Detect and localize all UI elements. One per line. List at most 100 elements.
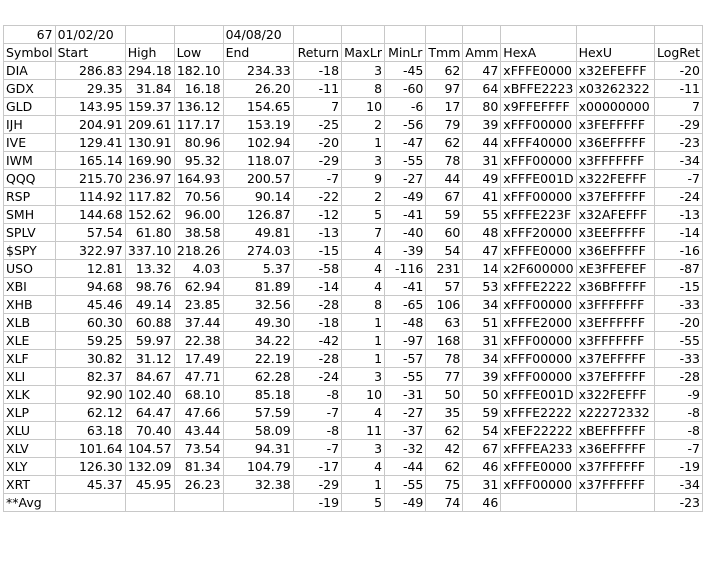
table-cell[interactable]: 17.49 [173, 349, 224, 368]
table-cell[interactable]: -39 [384, 241, 427, 260]
table-cell[interactable]: 4 [341, 259, 386, 278]
table-cell[interactable]: -7 [292, 169, 343, 188]
table-cell[interactable]: 7 [341, 223, 386, 242]
table-cell[interactable]: 42 [425, 439, 464, 458]
table-cell[interactable]: -37 [384, 421, 427, 440]
table-cell[interactable]: x36EFFFFF [575, 439, 655, 458]
table-cell[interactable]: -19 [292, 493, 343, 512]
table-cell[interactable]: x32EFEFFF [575, 61, 655, 80]
table-cell[interactable]: 9 [341, 169, 386, 188]
table-cell[interactable]: 64 [462, 79, 502, 98]
table-cell[interactable]: 48 [462, 223, 502, 242]
table-cell[interactable]: GDX [3, 79, 56, 98]
column-header[interactable]: Amm [462, 43, 502, 62]
table-cell[interactable]: 79 [425, 115, 464, 134]
table-cell[interactable]: 10 [341, 385, 386, 404]
table-cell[interactable]: 53 [462, 277, 502, 296]
table-cell[interactable]: 4 [341, 403, 386, 422]
table-cell[interactable]: xFFF20000 [500, 223, 577, 242]
table-cell[interactable]: 3 [341, 439, 386, 458]
table-cell[interactable]: -8 [653, 421, 703, 440]
table-cell[interactable]: -28 [292, 295, 343, 314]
table-cell[interactable]: 31 [462, 331, 502, 350]
cell-empty[interactable] [575, 25, 655, 44]
table-cell[interactable]: 22.19 [222, 349, 294, 368]
table-cell[interactable]: -6 [384, 97, 427, 116]
table-cell[interactable]: 118.07 [222, 151, 294, 170]
table-cell[interactable]: -9 [653, 385, 703, 404]
table-cell[interactable]: RSP [3, 187, 56, 206]
table-cell[interactable]: 10 [341, 97, 386, 116]
table-cell[interactable]: XLV [3, 439, 56, 458]
table-cell[interactable]: xFFF00000 [500, 367, 577, 386]
table-cell[interactable]: 44 [425, 169, 464, 188]
table-cell[interactable]: 26.23 [173, 475, 224, 494]
column-header[interactable]: Start [54, 43, 126, 62]
table-cell[interactable]: -23 [653, 133, 703, 152]
table-cell[interactable]: 81.89 [222, 277, 294, 296]
table-cell[interactable]: x3FFFFFFF [575, 151, 655, 170]
table-cell[interactable]: -16 [653, 241, 703, 260]
table-cell[interactable]: 31 [462, 475, 502, 494]
table-cell[interactable]: -24 [653, 187, 703, 206]
table-cell[interactable]: -13 [292, 223, 343, 242]
table-cell[interactable]: xFFFE2222 [500, 277, 577, 296]
table-cell[interactable]: x322FEFFF [575, 385, 655, 404]
table-cell[interactable]: 29.35 [54, 79, 126, 98]
table-cell[interactable]: 59 [462, 403, 502, 422]
table-cell[interactable]: 294.18 [124, 61, 175, 80]
table-cell[interactable]: 80.96 [173, 133, 224, 152]
table-cell[interactable]: 90.14 [222, 187, 294, 206]
table-cell[interactable]: 2 [341, 187, 386, 206]
table-cell[interactable]: 47.66 [173, 403, 224, 422]
table-cell[interactable]: x3EFFFFFF [575, 313, 655, 332]
table-cell[interactable]: -56 [384, 115, 427, 134]
table-cell[interactable]: 17 [425, 97, 464, 116]
table-cell[interactable]: 39 [462, 115, 502, 134]
table-cell[interactable]: 5 [341, 205, 386, 224]
table-cell[interactable]: 63.18 [54, 421, 126, 440]
table-cell[interactable]: 4 [341, 241, 386, 260]
table-cell[interactable]: -47 [384, 133, 427, 152]
table-cell[interactable]: 13.32 [124, 259, 175, 278]
column-header[interactable]: HexU [575, 43, 655, 62]
table-cell[interactable]: 49.30 [222, 313, 294, 332]
table-cell[interactable]: xFFFE001D [500, 169, 577, 188]
table-cell[interactable]: -34 [653, 475, 703, 494]
table-cell[interactable]: xBEFFFFFF [575, 421, 655, 440]
table-cell[interactable]: 82.37 [54, 367, 126, 386]
table-cell[interactable]: -41 [384, 205, 427, 224]
table-cell[interactable] [575, 493, 655, 512]
table-cell[interactable]: **Avg [3, 493, 56, 512]
table-cell[interactable]: 143.95 [54, 97, 126, 116]
table-cell[interactable]: 215.70 [54, 169, 126, 188]
table-cell[interactable]: 47.71 [173, 367, 224, 386]
table-cell[interactable]: GLD [3, 97, 56, 116]
table-cell[interactable]: 31.12 [124, 349, 175, 368]
table-cell[interactable]: 114.92 [54, 187, 126, 206]
table-cell[interactable]: 77 [425, 367, 464, 386]
cell-empty[interactable] [173, 25, 224, 44]
table-cell[interactable]: xFFFE0000 [500, 61, 577, 80]
table-cell[interactable]: x32AFEFFF [575, 205, 655, 224]
table-cell[interactable]: x37FFFFFF [575, 457, 655, 476]
table-cell[interactable]: 68.10 [173, 385, 224, 404]
table-cell[interactable]: 60.88 [124, 313, 175, 332]
column-header[interactable]: Symbol [3, 43, 56, 62]
table-cell[interactable]: IJH [3, 115, 56, 134]
table-cell[interactable]: -14 [653, 223, 703, 242]
table-cell[interactable]: 5 [341, 493, 386, 512]
table-cell[interactable]: -8 [292, 385, 343, 404]
table-cell[interactable]: xBFFE2223 [500, 79, 577, 98]
table-cell[interactable]: -45 [384, 61, 427, 80]
table-cell[interactable]: 45.46 [54, 295, 126, 314]
table-cell[interactable]: 1 [341, 133, 386, 152]
cell-empty[interactable] [292, 25, 343, 44]
table-cell[interactable]: -23 [653, 493, 703, 512]
table-cell[interactable]: 23.85 [173, 295, 224, 314]
table-cell[interactable]: -57 [384, 349, 427, 368]
table-cell[interactable]: xFFFE0000 [500, 241, 577, 260]
table-cell[interactable]: 3 [341, 367, 386, 386]
table-cell[interactable]: -14 [292, 277, 343, 296]
table-cell[interactable]: 49.81 [222, 223, 294, 242]
